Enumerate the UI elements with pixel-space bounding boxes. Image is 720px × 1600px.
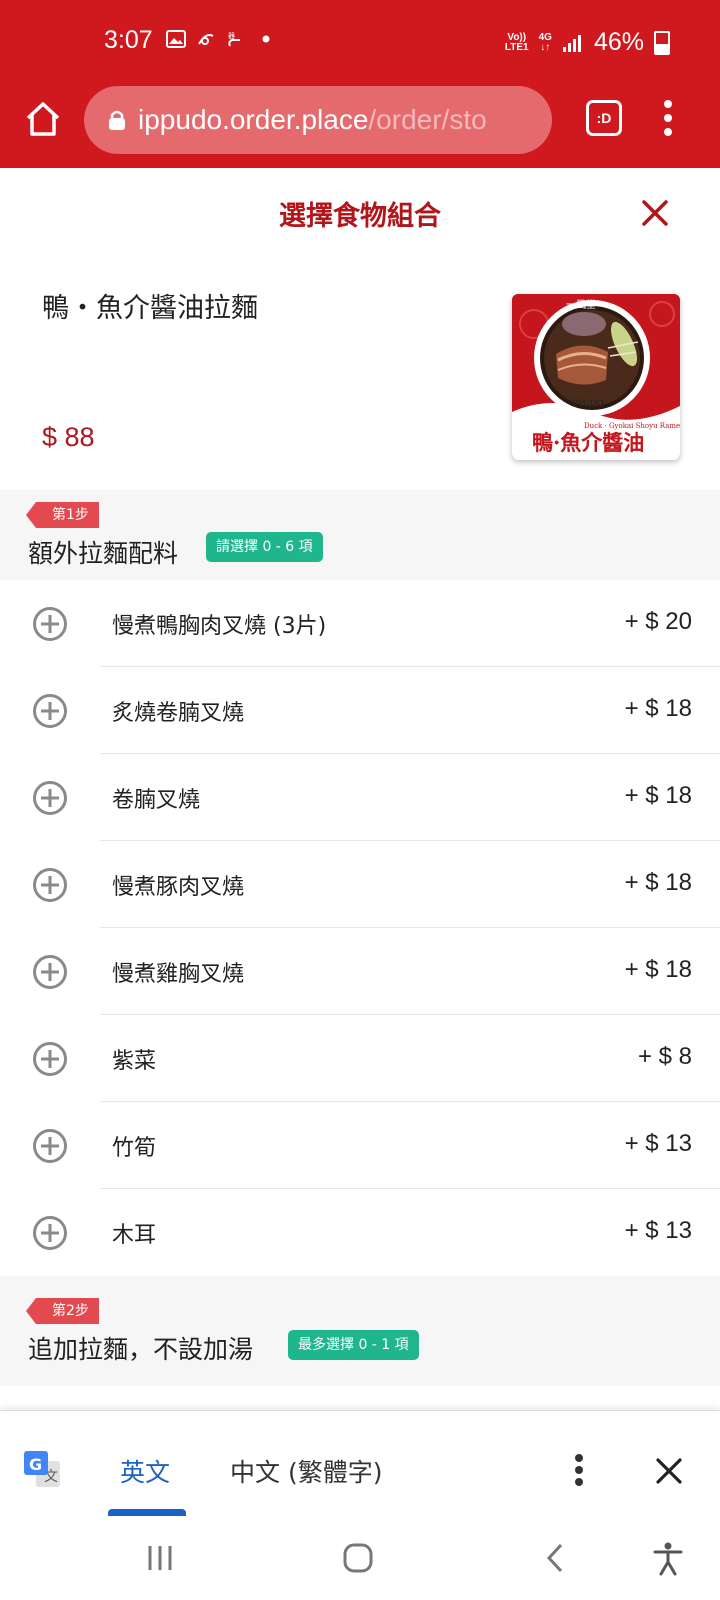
product-name: 鴨・魚介醬油拉麵 <box>42 293 258 324</box>
svg-text:一風堂: 一風堂 <box>566 299 596 311</box>
product-image: IPPUDO 一風堂 Duck · Gyokai Shoyu Ramen 鴨·魚… <box>512 294 680 460</box>
option-row[interactable]: 卷腩叉燒 + $ 18 <box>0 754 720 841</box>
option-label: 卷腩叉燒 <box>112 788 201 813</box>
option-label: 木耳 <box>112 1223 157 1248</box>
browser-toolbar: ippudo.order.place/order/sto :D <box>0 86 720 168</box>
dialog-header: 選擇食物組合 <box>0 168 720 263</box>
svg-text:鴨·魚介醬油: 鴨·魚介醬油 <box>532 430 644 455</box>
option-label: 紫菜 <box>112 1049 157 1074</box>
option-row[interactable]: 炙燒卷腩叉燒 + $ 18 <box>0 667 720 754</box>
product-summary: 鴨・魚介醬油拉麵 $ 88 IPPUDO 一風堂 Duck · Gyokai S… <box>0 262 720 491</box>
step1-header: 第1步 額外拉麵配料 請選擇 0 - 6 項 <box>0 490 720 580</box>
option-price: + $ 18 <box>624 695 692 722</box>
step1-title: 額外拉麵配料 <box>28 539 179 568</box>
step2-badge: 第2步 <box>26 1298 99 1324</box>
add-circle-icon[interactable] <box>32 693 68 729</box>
ramen-illustration: IPPUDO 一風堂 Duck · Gyokai Shoyu Ramen 鴨·魚… <box>512 294 680 460</box>
add-circle-icon[interactable] <box>32 1041 68 1077</box>
lock-icon <box>109 110 125 130</box>
status-right: Vo)) LTE1 4G ↓↑ 46% <box>505 28 670 57</box>
option-price: + $ 8 <box>637 1043 692 1070</box>
notification-icons: 器 <box>166 30 276 48</box>
step1-option-list: 慢煮鴨胸肉叉燒 (3片) + $ 20 炙燒卷腩叉燒 + $ 18 卷腩叉燒 +… <box>0 580 720 1276</box>
option-price: + $ 13 <box>624 1130 692 1157</box>
svg-text:Duck · Gyokai Shoyu Ramen: Duck · Gyokai Shoyu Ramen <box>584 422 680 430</box>
home-nav-icon[interactable] <box>340 1540 376 1576</box>
option-label: 慢煮鴨胸肉叉燒 (3片) <box>112 614 327 639</box>
status-time: 3:07 <box>104 26 153 54</box>
option-row[interactable]: 木耳 + $ 13 <box>0 1189 720 1276</box>
add-circle-icon[interactable] <box>32 780 68 816</box>
tab-switcher-button[interactable]: :D <box>586 100 622 136</box>
add-circle-icon[interactable] <box>32 867 68 903</box>
app-notification-icon <box>198 34 214 45</box>
battery-percent: 46% <box>593 28 644 56</box>
option-price: + $ 20 <box>624 608 692 635</box>
option-price: + $ 18 <box>624 782 692 809</box>
gallery-notification-icon <box>166 30 186 48</box>
add-circle-icon[interactable] <box>32 606 68 642</box>
recent-apps-icon[interactable] <box>142 1540 178 1576</box>
option-label: 竹筍 <box>112 1136 157 1161</box>
step1-rule-badge: 請選擇 0 - 6 項 <box>206 532 323 562</box>
close-translate-icon[interactable] <box>655 1457 683 1485</box>
svg-text:器: 器 <box>228 32 235 40</box>
back-icon[interactable] <box>538 1540 574 1576</box>
option-row[interactable]: 紫菜 + $ 8 <box>0 1015 720 1102</box>
add-circle-icon[interactable] <box>32 954 68 990</box>
option-label: 慢煮豚肉叉燒 <box>112 875 245 900</box>
svg-text:IPPUDO: IPPUDO <box>570 399 604 409</box>
google-translate-icon[interactable]: 文 G <box>22 1449 62 1489</box>
option-label: 慢煮雞胸叉燒 <box>112 962 245 987</box>
translate-menu-icon[interactable] <box>574 1453 584 1487</box>
step2-title: 追加拉麵，不設加湯 <box>28 1335 254 1364</box>
option-price: + $ 18 <box>624 956 692 983</box>
volte-indicator: Vo)) LTE1 <box>504 31 529 53</box>
status-bar: 3:07 器 Vo)) LTE1 4G ↓↑ 46% <box>0 0 720 86</box>
step2-header: 第2步 追加拉麵，不設加湯 最多選擇 0 - 1 項 <box>0 1276 720 1386</box>
option-row[interactable]: 竹筍 + $ 13 <box>0 1102 720 1189</box>
battery-icon <box>654 30 670 55</box>
signal-icon <box>562 34 581 52</box>
browser-menu-icon[interactable] <box>662 98 674 138</box>
close-icon[interactable] <box>640 198 670 228</box>
option-price: + $ 18 <box>624 869 692 896</box>
option-price: + $ 13 <box>624 1217 692 1244</box>
dialog-title: 選擇食物組合 <box>279 201 441 232</box>
system-nav-bar <box>0 1516 720 1600</box>
accessibility-icon[interactable] <box>650 1540 686 1576</box>
add-circle-icon[interactable] <box>32 1128 68 1164</box>
tab-chinese-traditional[interactable]: 中文 (繁體字) <box>230 1453 382 1489</box>
option-label: 炙燒卷腩叉燒 <box>112 701 245 726</box>
step1-badge: 第1步 <box>26 502 99 528</box>
message-notification-icon: 器 <box>228 32 240 47</box>
svg-text:G: G <box>29 1455 42 1474</box>
option-row[interactable]: 慢煮鴨胸肉叉燒 (3片) + $ 20 <box>0 580 720 667</box>
tab-english[interactable]: 英文 <box>120 1453 170 1489</box>
step2-rule-badge: 最多選擇 0 - 1 項 <box>288 1330 419 1360</box>
add-circle-icon[interactable] <box>32 1215 68 1251</box>
option-row[interactable]: 慢煮雞胸叉燒 + $ 18 <box>0 928 720 1015</box>
product-price: $ 88 <box>42 422 95 452</box>
dot-notification-icon <box>262 35 270 43</box>
address-bar[interactable]: ippudo.order.place/order/sto <box>84 86 552 154</box>
translate-bar: 文 G 英文 中文 (繁體字) <box>0 1410 720 1517</box>
data-indicator: 4G ↓↑ <box>538 31 552 53</box>
url-text: ippudo.order.place/order/sto <box>138 104 487 135</box>
option-row[interactable]: 慢煮豚肉叉燒 + $ 18 <box>0 841 720 928</box>
home-icon[interactable] <box>22 98 64 140</box>
